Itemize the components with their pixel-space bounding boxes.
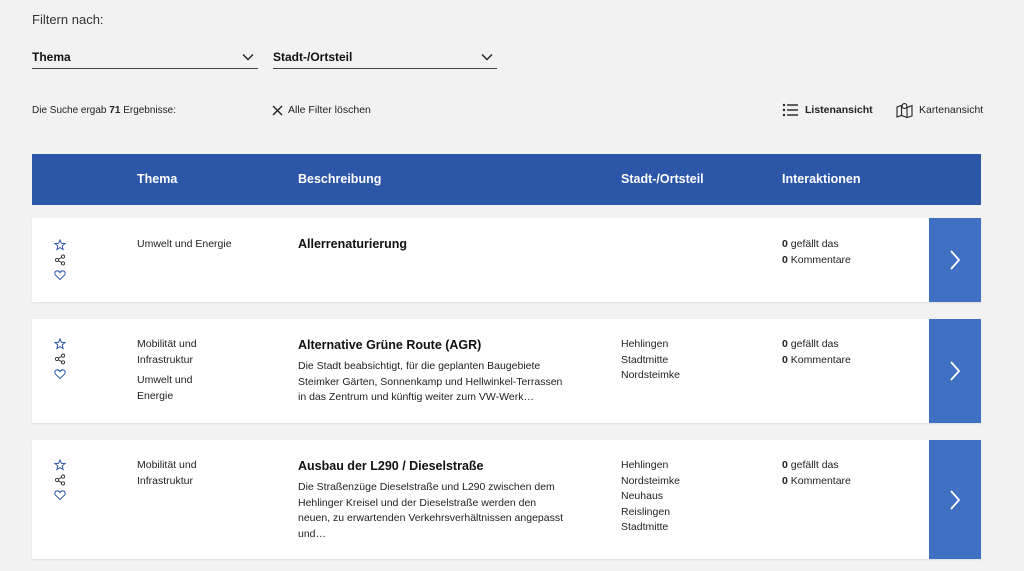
results-suffix: Ergebnisse:	[123, 105, 176, 116]
open-row-button[interactable]	[929, 319, 981, 423]
chevron-right-icon	[950, 250, 961, 270]
row-description: Alternative Grüne Route (AGR) Die Stadt …	[298, 338, 563, 406]
header-interaktionen: Interaktionen	[782, 172, 861, 186]
row-interactions: 0 gefällt das 0 Kommentare	[782, 458, 851, 489]
share-icon[interactable]	[54, 474, 66, 486]
heart-icon[interactable]	[54, 368, 66, 380]
stadt-item: Stadtmitte	[621, 353, 669, 366]
results-summary: Die Suche ergab 71 Ergebnisse:	[32, 105, 176, 116]
stadt-item: Hehlingen	[621, 459, 669, 471]
stadt-item: Hehlingen	[621, 338, 669, 350]
row-thema: Mobilität und Infrastruktur	[137, 458, 227, 494]
row-desc: Die Straßenzüge Dieselstraße und L290 zw…	[298, 481, 564, 540]
table-row: Umwelt und Energie Allerrenaturierung 0 …	[32, 218, 981, 302]
stadt-item: Stadtmitte	[621, 521, 669, 533]
likes-count: 0 gefällt das	[782, 238, 839, 250]
row-title[interactable]: Ausbau der L290 / Dieselstraße	[298, 459, 563, 473]
map-view-button[interactable]: Kartenansicht	[896, 102, 983, 118]
row-thema: Umwelt und Energie	[137, 237, 232, 258]
share-icon[interactable]	[54, 353, 66, 365]
chevron-right-icon	[950, 489, 961, 510]
star-icon[interactable]	[54, 239, 66, 251]
chevron-down-icon	[481, 54, 493, 61]
row-stadt: Hehlingen Stadtmitte Nordsteimke	[621, 337, 680, 384]
header-thema: Thema	[137, 172, 178, 186]
row-actions	[54, 459, 66, 501]
open-row-button[interactable]	[929, 440, 981, 559]
stadt-item: Neuhaus	[621, 490, 664, 502]
table-row: Mobilität und Infrastruktur Ausbau der L…	[32, 440, 981, 559]
stadt-select[interactable]: Stadt-/Ortsteil	[273, 46, 497, 69]
row-desc: Die Stadt beabsichtigt, für die geplante…	[298, 360, 563, 403]
map-view-label: Kartenansicht	[919, 104, 984, 116]
stadt-item: Nordsteimke	[621, 369, 680, 381]
list-view-label: Listenansicht	[805, 104, 873, 116]
table-row: Mobilität und Infrastruktur Umwelt und E…	[32, 319, 981, 423]
table-header: Thema Beschreibung Stadt-/Ortsteil Inter…	[32, 154, 981, 205]
row-stadt: Hehlingen Nordsteimke Neuhaus Reislingen…	[621, 458, 680, 536]
thema-tag: Umwelt und Energie	[137, 238, 232, 250]
row-description: Ausbau der L290 / Dieselstraße Die Straß…	[298, 459, 563, 542]
row-description: Allerrenaturierung	[298, 237, 563, 258]
heart-icon[interactable]	[54, 489, 66, 501]
likes-count: 0 gefällt das	[782, 338, 839, 350]
results-prefix: Die Suche ergab	[32, 105, 107, 116]
list-view-button[interactable]: Listenansicht	[782, 102, 873, 118]
header-stadt: Stadt-/Ortsteil	[621, 172, 704, 186]
thema-tag: Mobilität und Infrastruktur	[137, 338, 197, 366]
stadt-item: Nordsteimke	[621, 474, 680, 487]
chevron-right-icon	[950, 361, 961, 381]
row-title[interactable]: Alternative Grüne Route (AGR)	[298, 338, 563, 352]
thema-tag: Mobilität und Infrastruktur	[137, 459, 197, 487]
comments-count: 0 Kommentare	[782, 353, 851, 366]
row-interactions: 0 gefällt das 0 Kommentare	[782, 337, 851, 368]
results-count: 71	[109, 105, 121, 116]
filter-label: Filtern nach:	[32, 12, 104, 27]
comments-count: 0 Kommentare	[782, 253, 851, 266]
share-icon[interactable]	[54, 254, 66, 266]
thema-tag: Umwelt und Energie	[137, 374, 193, 402]
row-interactions: 0 gefällt das 0 Kommentare	[782, 237, 851, 268]
header-beschreibung: Beschreibung	[298, 172, 382, 186]
likes-count: 0 gefällt das	[782, 459, 839, 471]
heart-icon[interactable]	[54, 269, 66, 281]
star-icon[interactable]	[54, 338, 66, 350]
row-title[interactable]: Allerrenaturierung	[298, 237, 563, 251]
clear-filters-label: Alle Filter löschen	[288, 104, 371, 116]
clear-filters-button[interactable]: Alle Filter löschen	[272, 104, 371, 116]
comments-count: 0 Kommentare	[782, 474, 851, 487]
stadt-select-value: Stadt-/Ortsteil	[273, 50, 353, 64]
map-icon	[896, 103, 913, 118]
thema-select[interactable]: Thema	[32, 46, 258, 69]
open-row-button[interactable]	[929, 218, 981, 302]
close-icon	[272, 105, 283, 115]
row-thema: Mobilität und Infrastruktur Umwelt und E…	[137, 337, 227, 409]
chevron-down-icon	[242, 54, 254, 61]
thema-select-value: Thema	[32, 50, 71, 64]
list-icon	[782, 103, 798, 117]
stadt-item: Reislingen	[621, 505, 671, 518]
star-icon[interactable]	[54, 459, 66, 471]
row-actions	[54, 338, 66, 380]
row-actions	[54, 239, 66, 281]
